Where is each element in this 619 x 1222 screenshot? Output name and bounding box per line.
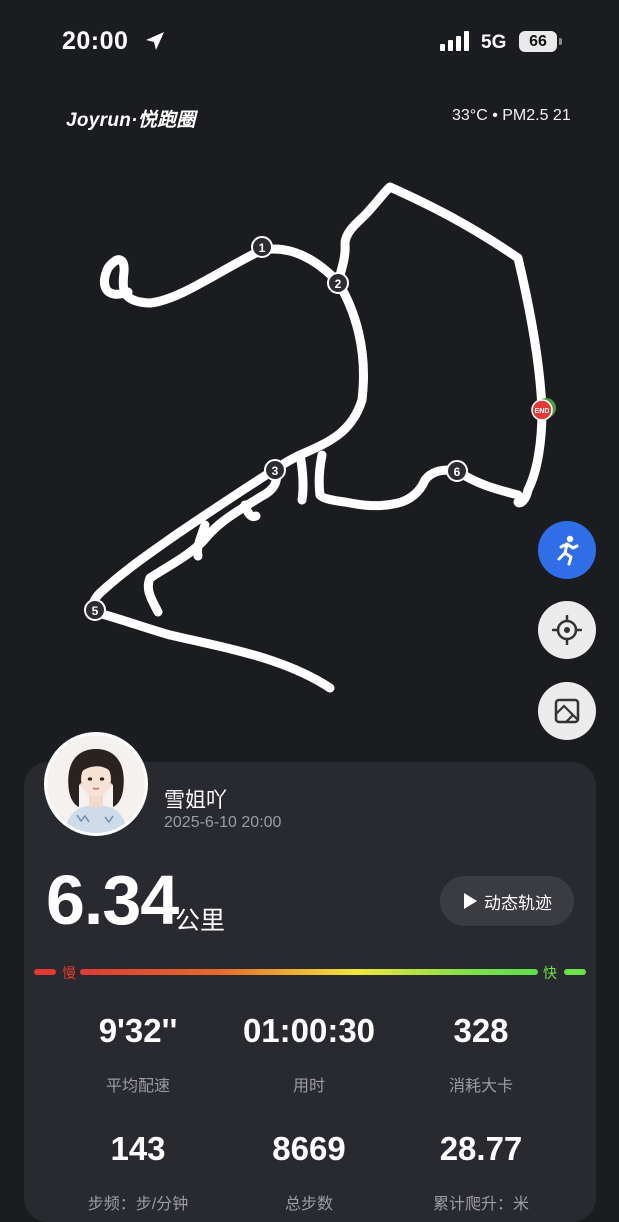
location-arrow-icon — [146, 32, 164, 50]
pace-slow-label: 慢 — [62, 965, 76, 981]
avatar[interactable] — [44, 732, 148, 836]
stat-value: 143 — [110, 1130, 166, 1167]
locate-button[interactable] — [538, 601, 596, 659]
stat-cadence: 143 步频：步/分钟 — [48, 1128, 228, 1214]
svg-text:END: END — [535, 408, 550, 415]
username: 雪姐吖 — [164, 789, 227, 812]
replay-track-label: 动态轨迹 — [484, 893, 552, 913]
svg-text:5: 5 — [92, 604, 99, 618]
stat-value: 28.77 — [439, 1130, 523, 1167]
route-map[interactable]: 1 2 3 5 6 END — [0, 150, 619, 750]
run-mode-button[interactable] — [538, 521, 596, 579]
km-marker-2: 2 — [327, 272, 349, 294]
pace-fast-label: 快 — [543, 965, 557, 981]
stat-label: 总步数 — [284, 1196, 333, 1213]
status-time: 20:00 — [62, 27, 129, 55]
stat-label: 步频：步/分钟 — [87, 1196, 189, 1213]
pace-gradient — [80, 969, 538, 975]
replay-track-button[interactable]: 动态轨迹 — [440, 876, 574, 926]
stat-value: 8669 — [272, 1130, 346, 1167]
stat-calories: 328 消耗大卡 — [391, 1010, 571, 1096]
stat-duration: 01:00:30 用时 — [219, 1010, 399, 1096]
map-layer-icon — [554, 698, 580, 724]
stat-elevation-gain: 28.77 累计爬升：米 — [391, 1128, 571, 1214]
cellular-signal-icon — [440, 31, 469, 51]
km-marker-3: 3 — [264, 459, 286, 481]
stat-label: 累计爬升：米 — [432, 1196, 529, 1213]
stat-value: 328 — [453, 1012, 509, 1049]
stat-value: 01:00:30 — [242, 1012, 376, 1049]
svg-text:2: 2 — [335, 277, 342, 291]
runner-icon — [557, 535, 579, 566]
crosshair-icon — [552, 615, 582, 645]
stat-value: 9'32'' — [98, 1012, 178, 1049]
stat-label: 用时 — [292, 1078, 325, 1095]
status-bar: 20:00 5G 66 — [0, 0, 619, 84]
distance-unit: 公里 — [175, 907, 226, 935]
stat-total-steps: 8669 总步数 — [219, 1128, 399, 1214]
km-marker-1: 1 — [251, 236, 273, 258]
battery-icon: 66 — [519, 31, 563, 52]
svg-text:3: 3 — [272, 464, 279, 478]
svg-text:1: 1 — [259, 241, 266, 255]
network-type: 5G — [481, 32, 507, 53]
battery-level: 66 — [519, 31, 557, 52]
km-marker-6: 6 — [446, 460, 468, 482]
brand-logo: Joyrun·悦跑圈 — [66, 110, 196, 131]
end-marker: END — [531, 398, 556, 421]
play-icon — [464, 893, 477, 909]
stat-label: 消耗大卡 — [448, 1078, 513, 1095]
km-marker-5: 5 — [84, 599, 106, 621]
route-track — [88, 182, 547, 693]
run-datetime: 2025-6-10 20:00 — [164, 814, 282, 831]
stat-label: 平均配速 — [105, 1078, 170, 1095]
stat-avg-pace: 9'32'' 平均配速 — [48, 1010, 228, 1096]
weather-info: 33°C • PM2.5 21 — [452, 107, 571, 124]
pace-legend: 慢 快 — [34, 965, 586, 981]
map-layer-button[interactable] — [538, 682, 596, 740]
distance-value: 6.34 — [46, 861, 179, 939]
svg-text:6: 6 — [454, 465, 461, 479]
